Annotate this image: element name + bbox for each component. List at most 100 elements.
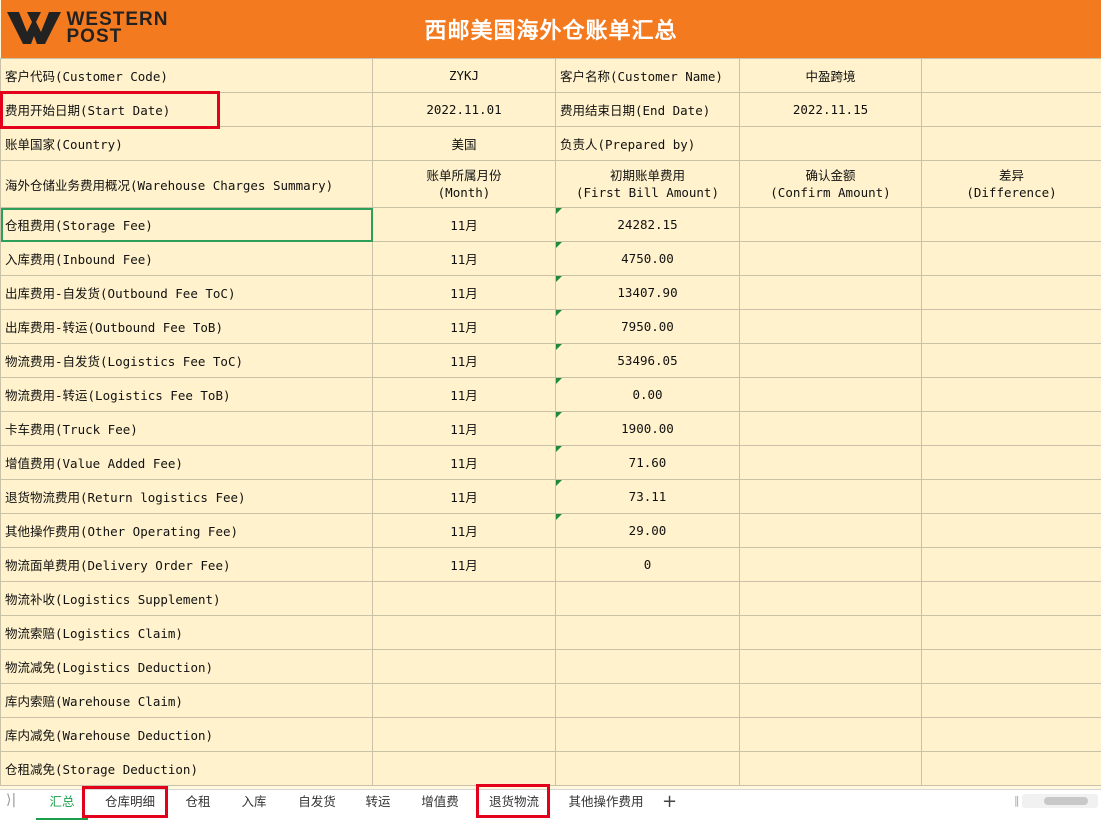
fee-amount-cell[interactable] [556, 752, 740, 786]
fee-amount-cell[interactable]: 13407.90 [556, 276, 740, 310]
empty-cell[interactable] [922, 93, 1101, 127]
fee-name-cell[interactable]: 其他操作费用(Other Operating Fee) [1, 514, 373, 548]
confirm-amount-cell[interactable] [740, 752, 922, 786]
fee-amount-cell[interactable]: 24282.15 [556, 208, 740, 242]
fee-month-cell[interactable] [373, 582, 556, 616]
fee-name-cell[interactable]: 物流索赔(Logistics Claim) [1, 616, 373, 650]
first-bill-header[interactable]: 初期账单费用(First Bill Amount) [556, 161, 740, 208]
difference-cell[interactable] [922, 412, 1101, 446]
fee-month-cell[interactable]: 11月 [373, 344, 556, 378]
difference-cell[interactable] [922, 276, 1101, 310]
fee-amount-cell[interactable]: 29.00 [556, 514, 740, 548]
fee-name-cell[interactable]: 仓租减免(Storage Deduction) [1, 752, 373, 786]
customer-code-value[interactable]: ZYKJ [373, 59, 556, 93]
difference-cell[interactable] [922, 446, 1101, 480]
spreadsheet-grid[interactable]: WESTERN POST 西邮美国海外仓账单汇总 客户代码(Customer C… [0, 0, 1101, 789]
fee-month-cell[interactable] [373, 718, 556, 752]
tab-storage[interactable]: 仓租 [176, 790, 220, 818]
confirm-amount-cell[interactable] [740, 208, 922, 242]
fee-name-cell[interactable]: 卡车费用(Truck Fee) [1, 412, 373, 446]
fee-name-cell[interactable]: 物流减免(Logistics Deduction) [1, 650, 373, 684]
fee-amount-cell[interactable]: 0.00 [556, 378, 740, 412]
empty-cell[interactable] [922, 127, 1101, 161]
fee-name-cell[interactable]: 库内减免(Warehouse Deduction) [1, 718, 373, 752]
country-label[interactable]: 账单国家(Country) [1, 127, 373, 161]
start-date-label[interactable]: 费用开始日期(Start Date) [1, 93, 373, 127]
tab-self-ship[interactable]: 自发货 [290, 790, 344, 818]
difference-cell[interactable] [922, 616, 1101, 650]
difference-cell[interactable] [922, 310, 1101, 344]
confirm-amount-cell[interactable] [740, 378, 922, 412]
tab-splitter-icon[interactable]: ‖ [1014, 794, 1020, 807]
confirm-amount-cell[interactable] [740, 310, 922, 344]
confirm-amount-cell[interactable] [740, 344, 922, 378]
fee-name-cell[interactable]: 库内索赔(Warehouse Claim) [1, 684, 373, 718]
country-value[interactable]: 美国 [373, 127, 556, 161]
difference-cell[interactable] [922, 208, 1101, 242]
tab-return-logistics[interactable]: 退货物流 [482, 790, 546, 818]
difference-cell[interactable] [922, 378, 1101, 412]
fee-amount-cell[interactable]: 53496.05 [556, 344, 740, 378]
start-date-value[interactable]: 2022.11.01 [373, 93, 556, 127]
confirm-amount-cell[interactable] [740, 446, 922, 480]
fee-name-cell[interactable]: 物流补收(Logistics Supplement) [1, 582, 373, 616]
fee-month-cell[interactable]: 11月 [373, 514, 556, 548]
fee-name-cell[interactable]: 退货物流费用(Return logistics Fee) [1, 480, 373, 514]
confirm-amount-cell[interactable] [740, 582, 922, 616]
tab-transfer[interactable]: 转运 [356, 790, 400, 818]
difference-cell[interactable] [922, 548, 1101, 582]
end-date-label[interactable]: 费用结束日期(End Date) [556, 93, 740, 127]
fee-name-cell[interactable]: 增值费用(Value Added Fee) [1, 446, 373, 480]
tab-other-operating[interactable]: 其他操作费用 [560, 790, 652, 818]
prepared-by-value[interactable] [740, 127, 922, 161]
confirm-amount-cell[interactable] [740, 684, 922, 718]
fee-month-cell[interactable] [373, 684, 556, 718]
fee-amount-cell[interactable] [556, 684, 740, 718]
fee-amount-cell[interactable] [556, 616, 740, 650]
fee-name-cell[interactable]: 出库费用-自发货(Outbound Fee ToC) [1, 276, 373, 310]
fee-amount-cell[interactable] [556, 582, 740, 616]
confirm-amount-cell[interactable] [740, 548, 922, 582]
fee-month-cell[interactable]: 11月 [373, 276, 556, 310]
last-sheet-nav-icon[interactable]: ⟩| [6, 792, 16, 808]
empty-cell[interactable] [922, 59, 1101, 93]
confirm-amount-cell[interactable] [740, 412, 922, 446]
difference-cell[interactable] [922, 344, 1101, 378]
confirm-amount-cell[interactable] [740, 480, 922, 514]
tab-summary[interactable]: 汇总 [36, 790, 88, 820]
difference-header[interactable]: 差异(Difference) [922, 161, 1101, 208]
difference-cell[interactable] [922, 718, 1101, 752]
confirm-amount-header[interactable]: 确认金额(Confirm Amount) [740, 161, 922, 208]
add-sheet-icon[interactable]: + [662, 790, 677, 814]
fee-month-cell[interactable] [373, 616, 556, 650]
fee-month-cell[interactable]: 11月 [373, 242, 556, 276]
summary-label[interactable]: 海外仓储业务费用概况(Warehouse Charges Summary) [1, 161, 373, 208]
fee-month-cell[interactable]: 11月 [373, 310, 556, 344]
scrollbar-thumb[interactable] [1044, 797, 1088, 805]
fee-month-cell[interactable] [373, 650, 556, 684]
fee-amount-cell[interactable]: 71.60 [556, 446, 740, 480]
customer-code-label[interactable]: 客户代码(Customer Code) [1, 59, 373, 93]
confirm-amount-cell[interactable] [740, 616, 922, 650]
fee-amount-cell[interactable]: 1900.00 [556, 412, 740, 446]
confirm-amount-cell[interactable] [740, 276, 922, 310]
fee-name-cell[interactable]: 物流面单费用(Delivery Order Fee) [1, 548, 373, 582]
fee-amount-cell[interactable]: 73.11 [556, 480, 740, 514]
fee-month-cell[interactable]: 11月 [373, 412, 556, 446]
fee-month-cell[interactable]: 11月 [373, 208, 556, 242]
customer-name-label[interactable]: 客户名称(Customer Name) [556, 59, 740, 93]
tab-warehouse-detail[interactable]: 仓库明细 [94, 790, 166, 818]
difference-cell[interactable] [922, 514, 1101, 548]
fee-name-cell[interactable]: 仓租费用(Storage Fee) [1, 208, 373, 242]
fee-name-cell[interactable]: 物流费用-转运(Logistics Fee ToB) [1, 378, 373, 412]
tab-value-added[interactable]: 增值费 [412, 790, 468, 818]
horizontal-scrollbar[interactable] [1022, 794, 1098, 808]
prepared-by-label[interactable]: 负责人(Prepared by) [556, 127, 740, 161]
difference-cell[interactable] [922, 582, 1101, 616]
difference-cell[interactable] [922, 480, 1101, 514]
fee-month-cell[interactable]: 11月 [373, 446, 556, 480]
confirm-amount-cell[interactable] [740, 718, 922, 752]
fee-month-cell[interactable]: 11月 [373, 480, 556, 514]
fee-amount-cell[interactable]: 7950.00 [556, 310, 740, 344]
fee-name-cell[interactable]: 出库费用-转运(Outbound Fee ToB) [1, 310, 373, 344]
